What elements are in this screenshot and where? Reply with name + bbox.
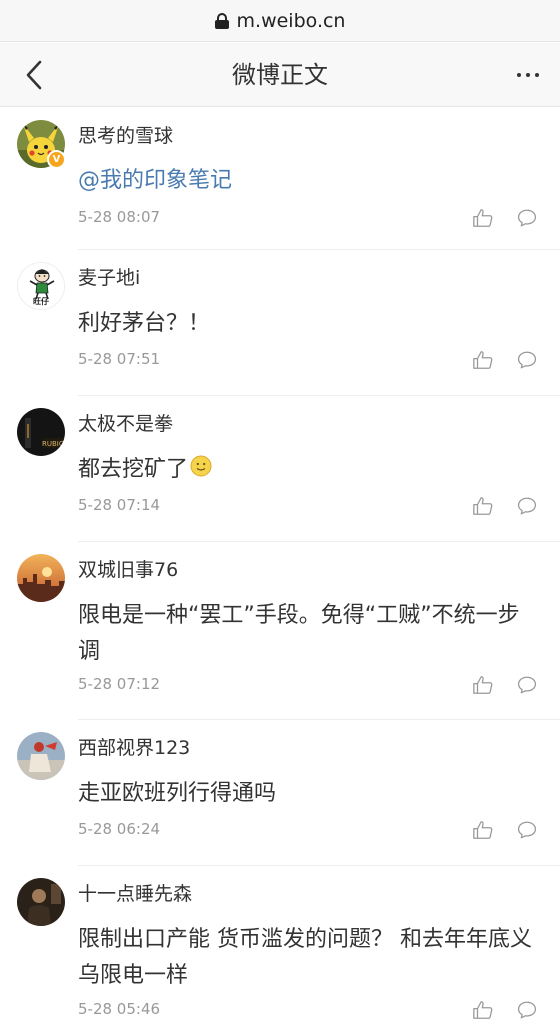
comment-item: RUBICO 太极不是拳 都去挖矿了 5-28 07:14: [17, 396, 560, 542]
nav-bar: 微博正文: [0, 43, 560, 107]
more-options-button[interactable]: [508, 55, 548, 95]
avatar[interactable]: 旺仔: [17, 262, 65, 310]
comment-time: 5-28 07:51: [78, 350, 161, 368]
verified-badge-icon: V: [47, 150, 66, 169]
browser-url-bar[interactable]: m.weibo.cn: [0, 0, 560, 42]
back-button[interactable]: [14, 55, 54, 95]
comment-item: V 思考的雪球 @我的印象笔记 5-28 08:07: [17, 108, 560, 250]
comment-time: 5-28 07:12: [78, 675, 161, 693]
avatar[interactable]: RUBICO: [17, 408, 65, 456]
comment-username[interactable]: 麦子地i: [78, 266, 140, 290]
avatar-caption: 旺仔: [33, 297, 49, 306]
mention-link[interactable]: @我的印象笔记: [78, 168, 232, 193]
comment-list: V 思考的雪球 @我的印象笔记 5-28 08:07 旺仔 麦子地i 利好茅台？…: [0, 108, 560, 1024]
like-icon[interactable]: [472, 999, 494, 1021]
like-icon[interactable]: [472, 349, 494, 371]
like-icon[interactable]: [472, 674, 494, 696]
comment-content: 走亚欧班列行得通吗: [78, 781, 277, 806]
comment-time: 5-28 07:14: [78, 496, 161, 514]
like-icon[interactable]: [472, 207, 494, 229]
like-icon[interactable]: [472, 495, 494, 517]
page-title: 微博正文: [232, 61, 328, 89]
avatar[interactable]: [17, 878, 65, 926]
comment-item: 十一点睡先森 限制出口产能 货币滥发的问题？ 和去年年底义乌限电一样 5-28 …: [17, 866, 560, 1024]
avatar-caption: RUBICO: [42, 440, 65, 448]
comment-content: @我的印象笔记: [78, 163, 538, 199]
comment-content: 限电是一种“罢工”手段。免得“工贼”不统一步调: [78, 603, 520, 664]
more-dots-icon: [517, 73, 521, 77]
sunset-city-avatar-icon: [17, 554, 65, 602]
comment-username[interactable]: 十一点睡先森: [78, 882, 192, 906]
comment-icon[interactable]: [516, 349, 538, 371]
comment-item: 西部视界123 走亚欧班列行得通吗 5-28 06:24: [17, 720, 560, 866]
comment-content: 限制出口产能 货币滥发的问题？ 和去年年底义乌限电一样: [78, 927, 532, 988]
smile-emoji-icon: [190, 455, 212, 477]
comment-username[interactable]: 太极不是拳: [78, 412, 173, 436]
comment-username[interactable]: 双城旧事76: [78, 558, 178, 582]
comment-username[interactable]: 西部视界123: [78, 736, 190, 760]
comment-icon[interactable]: [516, 495, 538, 517]
url-text: m.weibo.cn: [236, 9, 346, 32]
avatar[interactable]: [17, 554, 65, 602]
comment-icon[interactable]: [516, 819, 538, 841]
portrait-avatar-icon: [17, 878, 65, 926]
comment-text: 都去挖矿了: [78, 457, 189, 482]
avatar[interactable]: [17, 732, 65, 780]
lock-icon: [214, 12, 229, 29]
comment-icon[interactable]: [516, 999, 538, 1021]
comment-time: 5-28 06:24: [78, 820, 161, 838]
comment-content: 都去挖矿了: [78, 452, 538, 488]
comment-username[interactable]: 思考的雪球: [78, 124, 173, 148]
comment-icon[interactable]: [516, 207, 538, 229]
comment-icon[interactable]: [516, 674, 538, 696]
comment-time: 5-28 08:07: [78, 208, 161, 226]
dark-photo-avatar-icon: [17, 408, 65, 456]
comment-item: 双城旧事76 限电是一种“罢工”手段。免得“工贼”不统一步调 5-28 07:1…: [17, 542, 560, 720]
chevron-left-icon: [26, 60, 42, 90]
painting-avatar-icon: [17, 732, 65, 780]
comment-time: 5-28 05:46: [78, 1000, 161, 1018]
comment-content: 利好茅台？！: [78, 311, 211, 336]
comment-item: 旺仔 麦子地i 利好茅台？！ 5-28 07:51: [17, 250, 560, 396]
like-icon[interactable]: [472, 819, 494, 841]
